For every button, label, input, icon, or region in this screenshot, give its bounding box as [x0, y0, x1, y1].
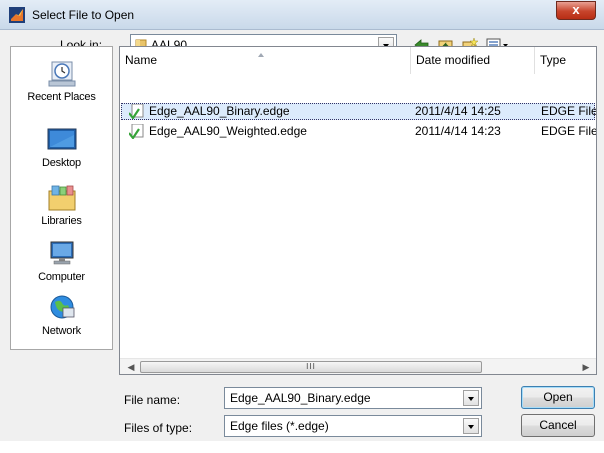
network-icon	[50, 295, 74, 319]
window-title: Select File to Open	[32, 8, 135, 22]
place-label: Recent Places	[27, 91, 96, 103]
file-name-value: Edge_AAL90_Binary.edge	[230, 391, 371, 405]
place-label: Libraries	[41, 215, 82, 227]
file-name: Edge_AAL90_Weighted.edge	[149, 124, 307, 138]
close-button[interactable]: x	[556, 1, 596, 20]
column-header-type[interactable]: Type	[535, 47, 596, 74]
table-row[interactable]: Edge_AAL90_Weighted.edge 2011/4/14 14:23…	[121, 123, 597, 140]
places-bar: Recent Places Desktop Libraries Computer…	[10, 46, 113, 350]
chevron-down-icon[interactable]	[463, 390, 479, 406]
recent-places-icon	[48, 61, 75, 87]
open-file-dialog: Select File to Open x Look in: AAL90 Rec…	[0, 0, 604, 453]
sort-ascending-icon	[258, 53, 264, 57]
file-type: EDGE File	[541, 104, 597, 118]
file-type-value: Edge files (*.edge)	[230, 419, 329, 433]
file-name-label: File name:	[124, 393, 181, 407]
place-network[interactable]: Network	[11, 293, 112, 349]
file-date: 2011/4/14 14:25	[415, 104, 501, 118]
matlab-app-icon	[9, 7, 25, 23]
edge-file-icon	[129, 104, 144, 119]
edge-file-icon	[129, 124, 144, 139]
computer-icon	[50, 241, 73, 265]
file-type: EDGE File	[541, 124, 597, 138]
place-label: Network	[42, 325, 81, 337]
file-date: 2011/4/14 14:23	[415, 124, 501, 138]
scroll-left-icon[interactable]: ◀	[123, 359, 139, 374]
place-computer[interactable]: Computer	[11, 239, 112, 295]
column-header-name[interactable]: Name	[120, 47, 411, 74]
title-bar[interactable]: Select File to Open x	[0, 0, 604, 30]
libraries-icon	[48, 185, 75, 211]
file-type-label: Files of type:	[124, 421, 193, 435]
place-label: Computer	[38, 271, 85, 283]
place-desktop[interactable]: Desktop	[11, 125, 112, 181]
column-header-date-modified[interactable]: Date modified	[411, 47, 535, 74]
scroll-right-icon[interactable]: ▶	[578, 359, 594, 374]
file-list[interactable]: Name Date modified Type Edge_AAL90_Binar…	[119, 46, 597, 375]
place-label: Desktop	[42, 157, 81, 169]
place-libraries[interactable]: Libraries	[11, 183, 112, 239]
horizontal-scrollbar[interactable]: ◀ III ▶	[120, 358, 596, 374]
table-row[interactable]: Edge_AAL90_Binary.edge 2011/4/14 14:25 E…	[121, 103, 597, 120]
file-name-input[interactable]: Edge_AAL90_Binary.edge	[224, 387, 482, 409]
desktop-icon	[47, 128, 76, 150]
place-recent-places[interactable]: Recent Places	[11, 59, 112, 115]
file-type-select[interactable]: Edge files (*.edge)	[224, 415, 482, 437]
file-name: Edge_AAL90_Binary.edge	[149, 104, 290, 118]
scrollbar-thumb[interactable]: III	[140, 361, 482, 373]
cancel-button[interactable]: Cancel	[521, 414, 595, 437]
close-icon: x	[572, 2, 580, 17]
open-button[interactable]: Open	[521, 386, 595, 409]
background-strip	[0, 441, 604, 453]
chevron-down-icon[interactable]	[463, 418, 479, 434]
